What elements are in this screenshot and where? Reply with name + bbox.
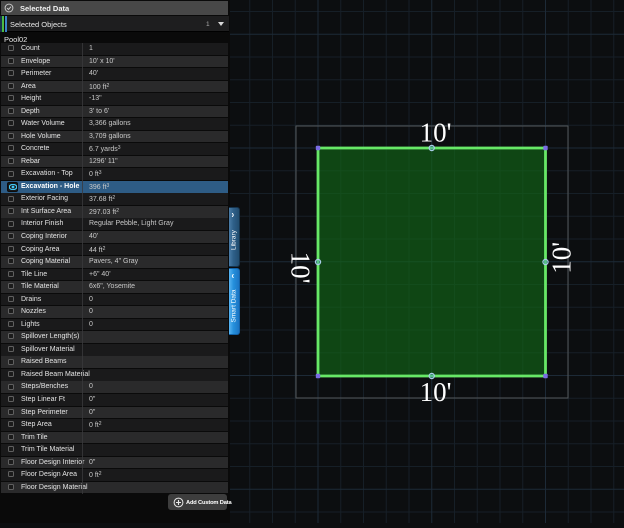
svg-text:10': 10' <box>286 252 316 284</box>
svg-text:10': 10' <box>547 242 577 274</box>
svg-text:10': 10' <box>420 377 452 407</box>
svg-text:10': 10' <box>420 117 452 147</box>
